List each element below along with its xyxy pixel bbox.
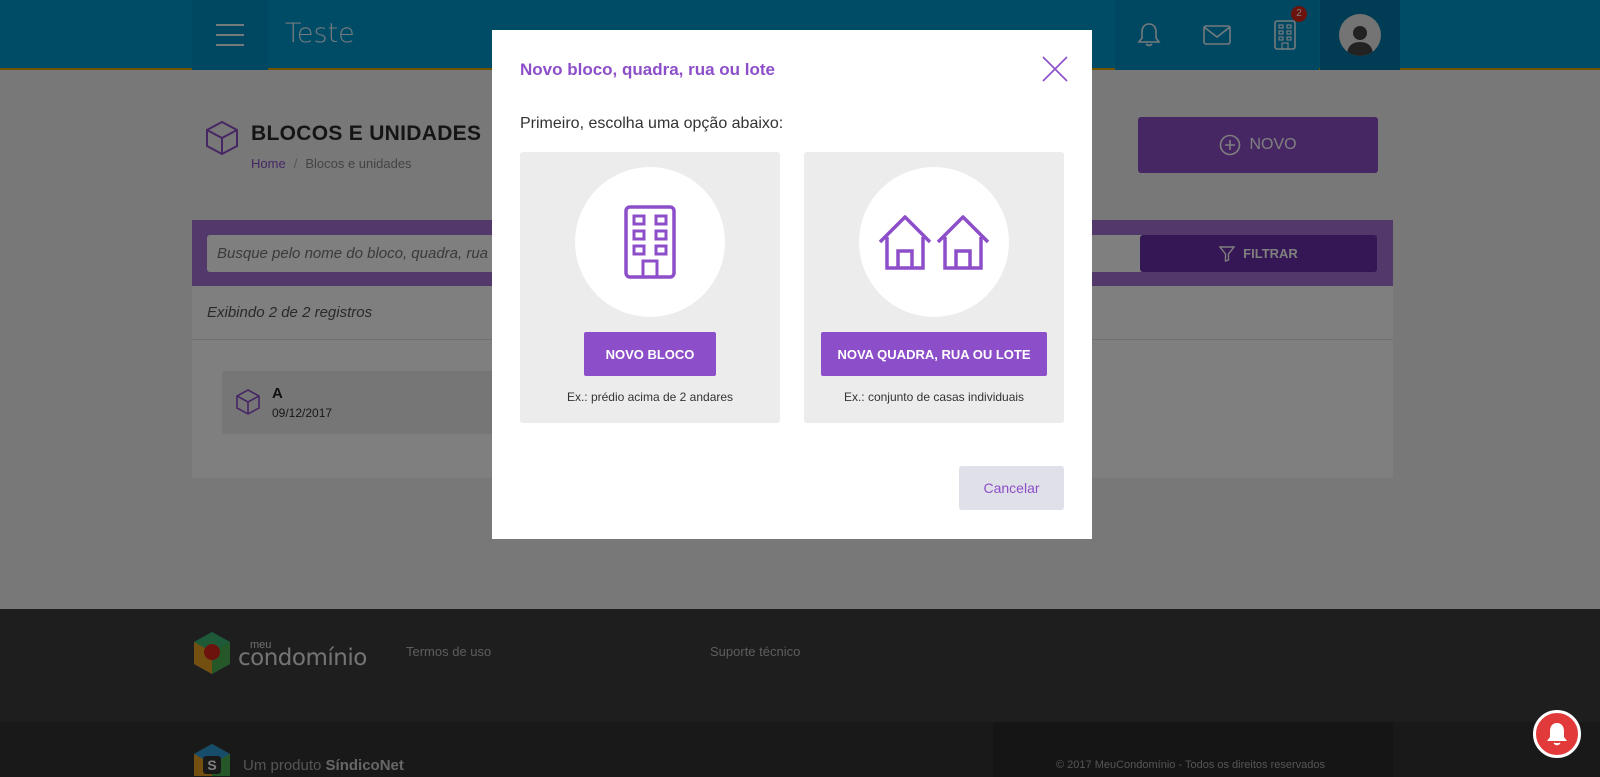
modal-intro: Primeiro, escolha uma opção abaixo:	[520, 115, 784, 132]
option-note: Ex.: conjunto de casas individuais	[843, 390, 1025, 404]
modal-title: Novo bloco, quadra, rua ou lote	[520, 60, 776, 79]
houses-icon	[878, 215, 990, 270]
push-notification-button[interactable]	[1533, 710, 1581, 758]
new-street-button[interactable]: NOVA QUADRA, RUA OU LOTE	[821, 332, 1047, 376]
option-card-street: NOVA QUADRA, RUA OU LOTE Ex.: conjunto d…	[804, 152, 1064, 423]
option-image	[859, 167, 1009, 317]
new-block-modal: Novo bloco, quadra, rua ou lote Primeiro…	[492, 30, 1092, 539]
option-note: Ex.: prédio acima de 2 andares	[566, 390, 734, 404]
close-icon[interactable]	[1040, 54, 1070, 84]
new-block-button[interactable]: NOVO BLOCO	[584, 332, 716, 376]
bell-icon	[1547, 723, 1567, 746]
building-icon	[624, 205, 676, 279]
option-card-block: NOVO BLOCO Ex.: prédio acima de 2 andare…	[520, 152, 780, 423]
option-image	[575, 167, 725, 317]
cancel-button[interactable]: Cancelar	[959, 466, 1064, 510]
